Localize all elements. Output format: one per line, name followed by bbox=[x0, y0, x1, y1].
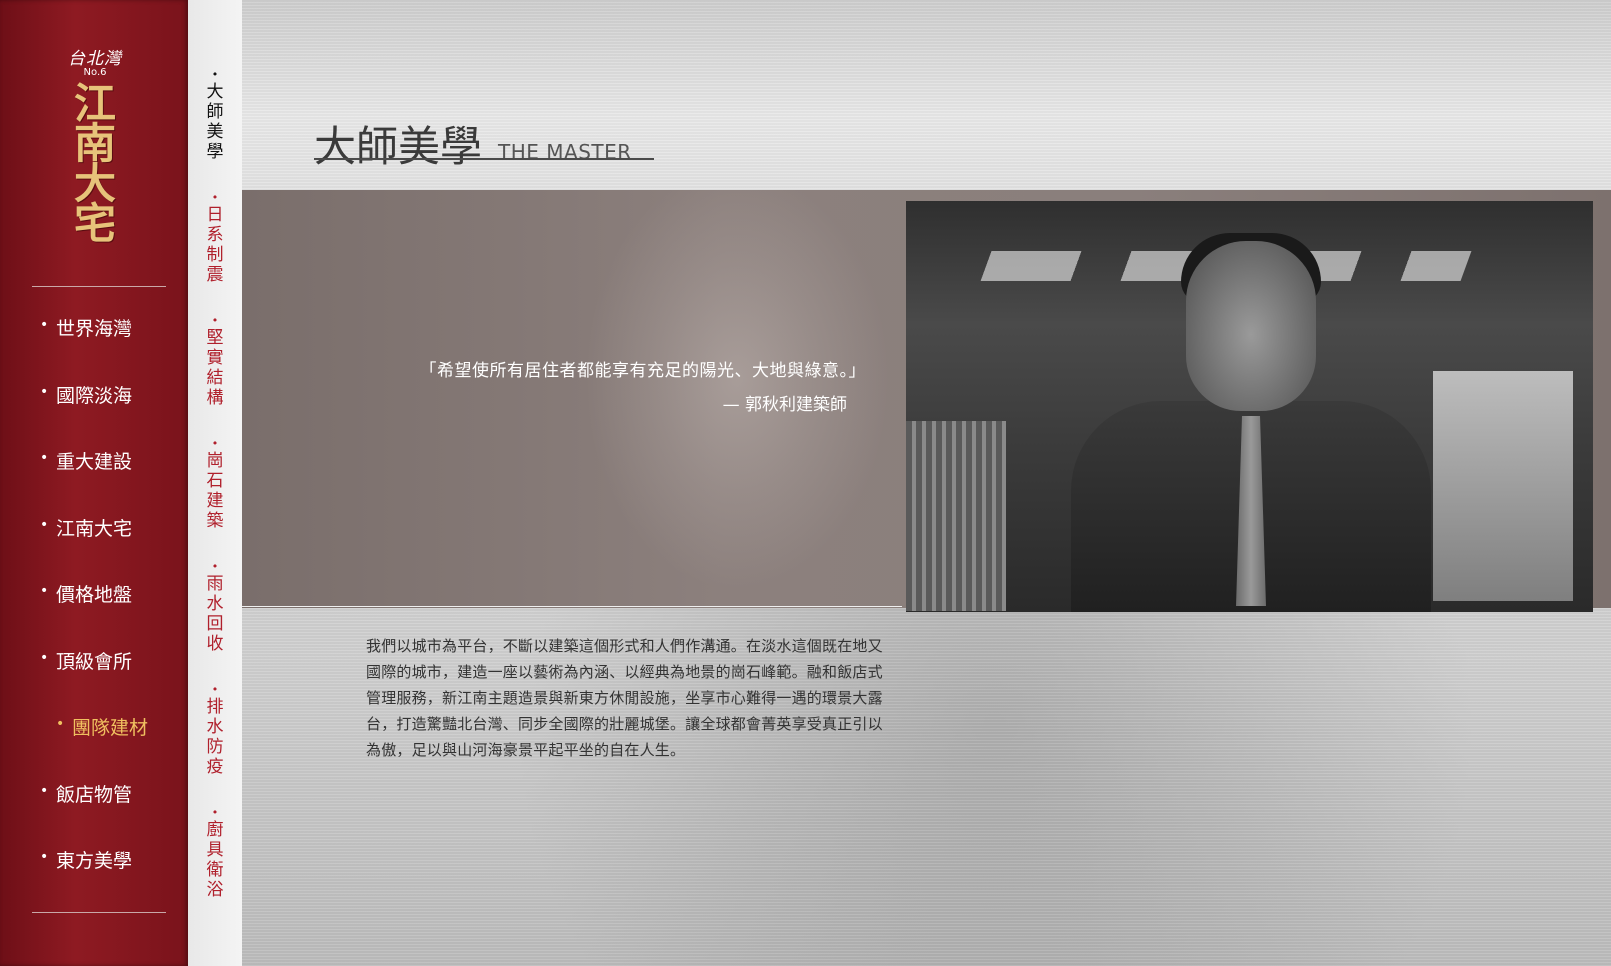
bullet-icon: • bbox=[211, 437, 219, 450]
main-content: 大師美學 THE MASTER 「希望使所有居住者都能享有充足的陽光、大地與綠意… bbox=[242, 0, 1611, 966]
bullet-icon: • bbox=[211, 560, 219, 573]
logo-number: No.6 bbox=[83, 67, 107, 78]
sidebar-divider-bottom bbox=[32, 912, 166, 913]
nav-item-label: 價格地盤 bbox=[56, 584, 133, 606]
nav-item-label: 團隊建材 bbox=[72, 717, 149, 739]
nav-item-label: 飯店物管 bbox=[56, 783, 133, 806]
page-title: 大師美學 bbox=[314, 122, 483, 171]
body-paragraph: 我們以城市為平台，不斷以建築這個形式和人們作溝通。在淡水這個既在地又國際的城市，… bbox=[366, 637, 883, 759]
nav-item-label: 江南大宅 bbox=[56, 517, 133, 540]
nav-item-hotel-management[interactable]: • 飯店物管 bbox=[40, 780, 148, 847]
subtab-label: 廚具衛浴 bbox=[206, 820, 224, 900]
nav-item-major-construction[interactable]: • 重大建設 bbox=[40, 447, 148, 514]
bullet-icon: • bbox=[211, 68, 219, 81]
subtab-rainwater[interactable]: • 雨水回收 bbox=[202, 560, 228, 654]
title-underline bbox=[314, 158, 654, 160]
nav-item-price-location[interactable]: • 價格地盤 bbox=[40, 580, 148, 647]
nav-item-label: 頂級會所 bbox=[56, 650, 133, 673]
bookshelf bbox=[906, 421, 1006, 611]
page-subtitle: THE MASTER bbox=[498, 140, 632, 164]
bullet-icon: • bbox=[40, 649, 49, 666]
logo-name: 江南大宅 bbox=[73, 79, 116, 248]
window bbox=[1433, 371, 1573, 601]
architect-photo bbox=[906, 201, 1593, 612]
nav-item-clubhouse[interactable]: • 頂級會所 bbox=[40, 647, 148, 714]
nav-item-label: 重大建設 bbox=[56, 451, 133, 473]
nav-item-team-materials[interactable]: • 團隊建材 bbox=[40, 713, 148, 780]
quote-divider bbox=[242, 606, 902, 607]
nav-item-oriental-aesthetics[interactable]: • 東方美學 bbox=[40, 846, 148, 913]
bullet-icon: • bbox=[56, 716, 65, 732]
logo-city: 台北灣 bbox=[68, 49, 122, 69]
bullet-icon: • bbox=[40, 383, 49, 400]
main-nav: • 世界海灣 • 國際淡海 • 重大建設 • 江南大宅 • 價格地盤 • 頂級會所 • 團隊建… bbox=[40, 314, 148, 913]
bullet-icon: • bbox=[211, 806, 219, 819]
sub-nav: • 大師美學 • 日系制震 • 堅實結構 • 崗石建築 • 雨水回收 • 排水防疫 • 廚具衛… bbox=[188, 0, 242, 966]
subtab-label: 雨水回收 bbox=[206, 574, 224, 654]
subtab-drainage[interactable]: • 排水防疫 bbox=[202, 683, 228, 777]
subtab-label: 崗石建築 bbox=[206, 451, 224, 531]
bullet-icon: • bbox=[40, 583, 49, 599]
quote-text: 「希望使所有居住者都能享有充足的陽光、大地與綠意。」 bbox=[419, 361, 866, 381]
nav-item-international-tamsui[interactable]: • 國際淡海 bbox=[40, 381, 148, 448]
nav-item-jiangnan-mansion[interactable]: • 江南大宅 bbox=[40, 514, 148, 581]
nav-item-label: 東方美學 bbox=[56, 850, 133, 872]
sidebar-divider-top bbox=[32, 286, 166, 287]
nav-item-world-bay[interactable]: • 世界海灣 bbox=[40, 314, 148, 381]
subtab-structure[interactable]: • 堅實結構 bbox=[202, 314, 228, 408]
sidebar: 台北灣 No.6 江南大宅 • 世界海灣 • 國際淡海 • 重大建設 • 江南大宅 • 價… bbox=[0, 0, 188, 966]
bullet-icon: • bbox=[211, 191, 219, 204]
subtab-kitchen-bath[interactable]: • 廚具衛浴 bbox=[202, 806, 228, 900]
subtab-label: 大師美學 bbox=[206, 82, 224, 162]
bullet-icon: • bbox=[211, 683, 219, 696]
subtab-label: 排水防疫 bbox=[206, 697, 224, 777]
architect-figure bbox=[1071, 233, 1431, 612]
bullet-icon: • bbox=[211, 314, 219, 327]
quote-author: — 郭秋利建築師 bbox=[722, 395, 847, 415]
bullet-icon: • bbox=[40, 317, 49, 333]
nav-item-label: 世界海灣 bbox=[56, 318, 133, 340]
subtab-seismic[interactable]: • 日系制震 bbox=[202, 191, 228, 285]
subtab-granite[interactable]: • 崗石建築 bbox=[202, 437, 228, 531]
face bbox=[1186, 241, 1316, 411]
subtab-master-aesthetics[interactable]: • 大師美學 bbox=[202, 68, 228, 162]
logo[interactable]: 台北灣 No.6 江南大宅 bbox=[40, 40, 150, 260]
nav-item-label: 國際淡海 bbox=[56, 384, 133, 407]
subtab-label: 堅實結構 bbox=[206, 328, 224, 408]
subtab-label: 日系制震 bbox=[206, 205, 224, 285]
bullet-icon: • bbox=[40, 516, 49, 533]
bullet-icon: • bbox=[40, 849, 49, 865]
bullet-icon: • bbox=[40, 782, 49, 799]
bullet-icon: • bbox=[40, 450, 49, 466]
